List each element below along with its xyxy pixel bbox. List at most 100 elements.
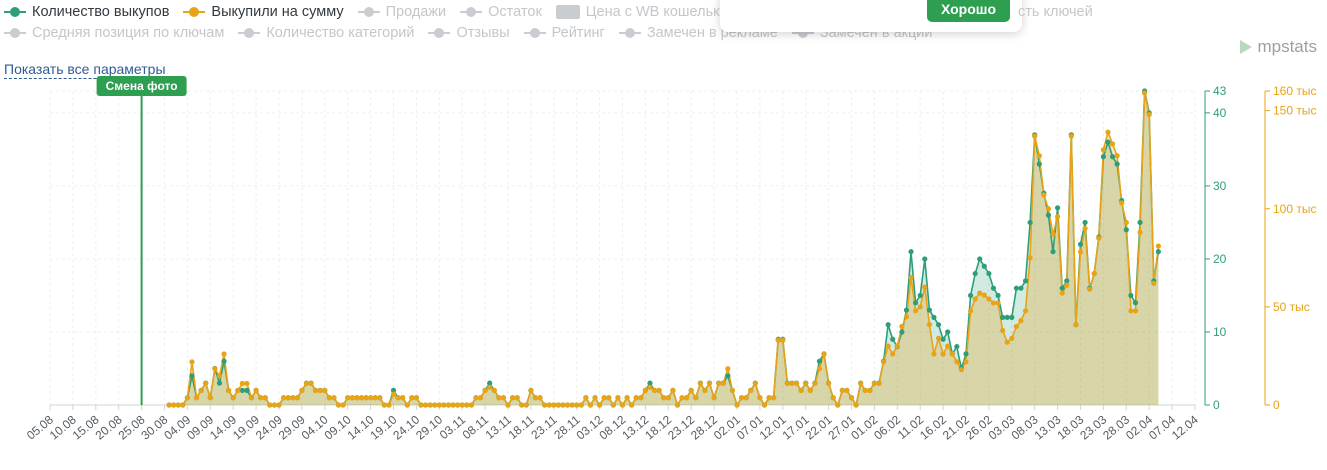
data-point-sum <box>990 300 997 306</box>
data-point-sum <box>514 395 520 401</box>
data-point-sum <box>349 395 355 401</box>
right-axis-tick-label: 50 тыс <box>1273 300 1310 314</box>
data-point-sum <box>166 402 172 408</box>
data-point-sum <box>271 402 278 408</box>
data-point-sum <box>226 387 232 394</box>
data-point-sum <box>432 402 438 408</box>
data-point-count <box>908 249 914 255</box>
data-point-sum <box>1128 308 1134 314</box>
data-point-sum <box>706 380 713 387</box>
data-point-count <box>1045 212 1052 218</box>
data-point-sum <box>867 387 873 394</box>
data-point-count <box>244 387 250 393</box>
data-point-sum <box>592 395 598 401</box>
data-point-count <box>913 300 919 306</box>
data-point-sum <box>368 395 374 401</box>
data-point-sum <box>322 387 328 394</box>
series-area-sum <box>169 93 1159 405</box>
data-point-sum <box>848 395 855 401</box>
data-point-count <box>990 285 997 291</box>
left-axis-tick-label: 40 <box>1213 106 1227 120</box>
data-point-sum <box>445 402 452 408</box>
data-point-sum <box>335 402 342 408</box>
data-point-sum <box>587 402 594 408</box>
data-point-sum <box>798 387 804 394</box>
right-axis-tick-label: 160 тыс <box>1273 84 1316 98</box>
left-axis-tick-label: 10 <box>1213 325 1227 339</box>
data-point-sum <box>574 402 580 408</box>
data-point-count <box>1055 205 1061 211</box>
x-tick-label: 12.04 <box>1169 412 1201 442</box>
data-point-count <box>1018 285 1024 291</box>
data-point-sum <box>1018 318 1024 324</box>
data-point-sum <box>629 402 635 408</box>
data-point-count <box>239 387 245 393</box>
data-point-sum <box>267 402 273 408</box>
data-point-sum <box>766 395 772 401</box>
data-point-sum <box>198 387 204 394</box>
data-point-sum <box>702 387 708 394</box>
data-point-sum <box>189 359 195 365</box>
data-point-sum <box>995 300 1001 306</box>
data-point-count <box>1027 219 1033 226</box>
data-point-count <box>1132 300 1139 306</box>
data-point-sum <box>665 395 671 401</box>
data-point-sum <box>482 387 488 394</box>
data-point-sum <box>1000 327 1006 334</box>
data-point-count <box>1105 139 1111 145</box>
data-point-sum <box>674 402 681 408</box>
data-point-sum <box>935 335 942 341</box>
data-point-sum <box>693 395 699 401</box>
data-point-sum <box>638 395 644 401</box>
data-point-sum <box>468 402 474 408</box>
data-point-count <box>1022 278 1029 284</box>
data-point-sum <box>578 402 584 408</box>
data-point-count <box>954 343 960 350</box>
data-point-sum <box>464 402 470 408</box>
data-point-sum <box>647 384 653 390</box>
data-point-sum <box>216 373 223 379</box>
chart-area: 05.0810.0815.0820.0825.0830.0804.0909.09… <box>24 76 1316 443</box>
data-point-sum <box>743 395 749 401</box>
data-point-sum <box>400 395 406 401</box>
data-point-sum <box>1155 243 1161 249</box>
data-point-sum <box>793 380 800 387</box>
legend-item-partial[interactable]: сть ключей <box>1018 1 1093 23</box>
data-point-sum <box>1096 235 1102 241</box>
data-point-sum <box>422 402 429 408</box>
data-point-sum <box>551 402 557 408</box>
data-point-sum <box>1068 133 1074 139</box>
data-point-sum <box>569 402 575 408</box>
data-point-sum <box>560 402 566 408</box>
data-point-sum <box>308 380 314 387</box>
data-point-sum <box>899 323 905 330</box>
data-point-sum <box>697 380 703 387</box>
data-point-sum <box>1009 335 1015 341</box>
data-point-count <box>963 351 969 357</box>
data-point-count <box>945 329 951 335</box>
data-point-count <box>1064 278 1070 284</box>
data-point-count <box>903 307 910 313</box>
data-point-sum <box>748 387 754 394</box>
data-point-sum <box>597 402 603 408</box>
data-point-sum <box>441 402 447 408</box>
data-point-sum <box>542 402 548 408</box>
data-point-sum <box>1114 153 1120 159</box>
data-point-sum <box>340 402 346 408</box>
data-point-count <box>725 373 731 379</box>
data-point-count <box>816 358 823 364</box>
data-point-sum <box>830 395 836 401</box>
data-point-sum <box>807 387 813 394</box>
data-point-sum <box>1151 280 1157 286</box>
data-point-count <box>1100 154 1106 160</box>
data-point-sum <box>1146 111 1152 118</box>
data-point-count <box>922 256 928 262</box>
data-point-sum <box>317 387 323 394</box>
data-point-sum <box>290 395 296 401</box>
data-point-sum <box>418 402 424 408</box>
data-point-sum <box>862 387 868 394</box>
data-point-sum <box>390 391 397 397</box>
data-point-count <box>926 307 932 313</box>
data-point-sum <box>1050 231 1056 237</box>
data-point-sum <box>248 395 255 401</box>
